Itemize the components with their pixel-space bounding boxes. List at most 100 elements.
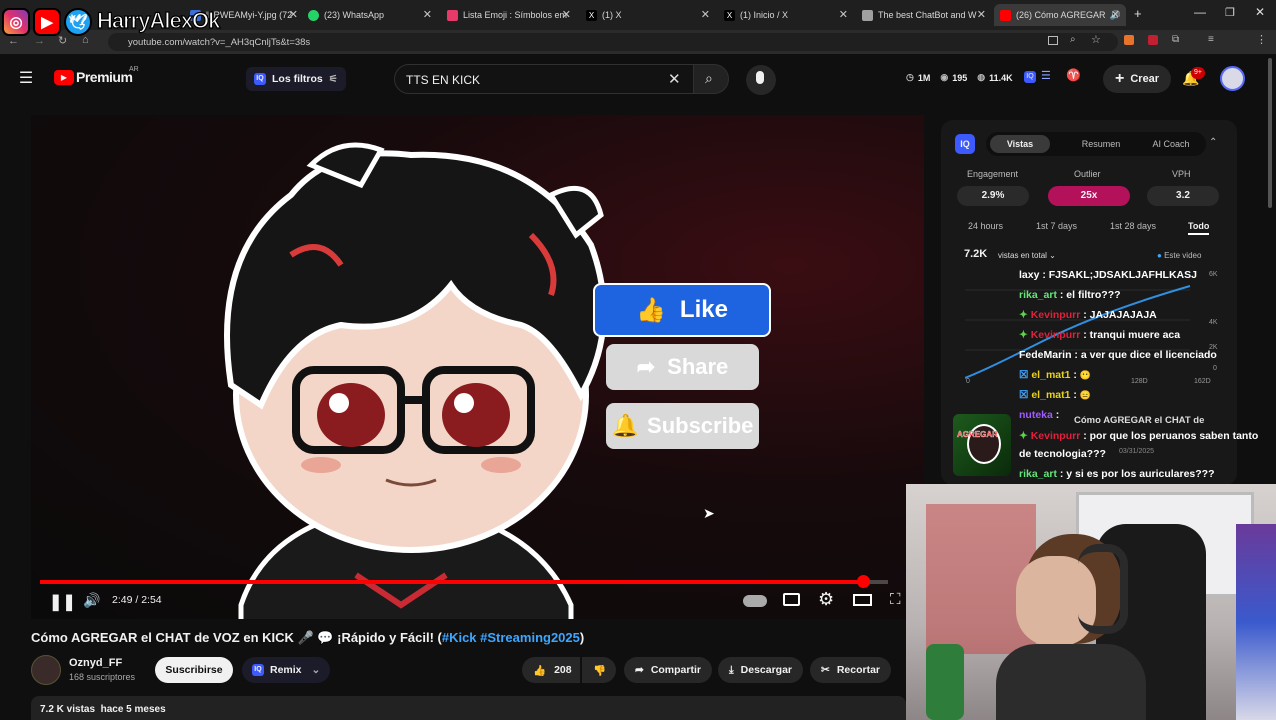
hamburger-menu-icon[interactable]: ☰ [16,68,36,88]
filters-button[interactable]: IQ Los filtros ⚟ [246,67,346,91]
close-window-icon[interactable]: ✕ [1255,5,1265,19]
browser-tab-6[interactable]: The best ChatBot and W ✕ [862,4,986,26]
progress-track[interactable] [40,580,888,584]
theater-mode-icon[interactable] [853,594,872,606]
avatar[interactable] [1220,66,1245,91]
channel-name[interactable]: Oznyd_FF [69,657,122,669]
voice-search-button[interactable] [746,65,776,95]
tab-search-icon[interactable]: ≡ [1208,34,1214,45]
like-graphic: 👍 Like [593,283,771,337]
browser-tab-2[interactable]: (23) WhatsApp ✕ [308,4,432,26]
browser-tab-5[interactable]: X (1) Inicio / X ✕ [724,4,848,26]
chat-message: nuteka : [1019,409,1060,421]
kick-badge-icon: ✦ [1019,329,1031,341]
reload-icon[interactable]: ↻ [58,34,67,47]
create-button[interactable]: + Crear [1103,65,1172,93]
share-button[interactable]: ➦ Compartir [624,657,712,683]
close-icon[interactable]: ✕ [1111,8,1120,21]
outlier-value: 25x [1048,186,1130,206]
description-box[interactable]: 7.2 K vistas hace 5 meses [31,696,906,720]
x-tick: 128D [1131,378,1148,385]
filter-sliders-icon: ⚟ [328,73,338,85]
volume-icon[interactable]: 🔊 [83,592,100,609]
dislike-button[interactable]: 👎 [582,657,616,683]
page-scrollbar[interactable] [1268,58,1272,208]
close-icon[interactable]: ✕ [289,8,298,21]
chat-message: de tecnologia??? [1019,448,1106,460]
subscribe-button[interactable]: Suscribirse [155,657,233,683]
cast-icon[interactable] [1048,36,1058,45]
metric-label: VPH [1172,169,1191,179]
restore-icon[interactable]: ❐ [1225,6,1235,19]
verified-badge-icon: ☒ [1019,369,1032,381]
clip-button[interactable]: ✂ Recortar [810,657,891,683]
minimize-icon[interactable]: — [1194,5,1206,19]
chatbot-icon [862,9,873,21]
download-button[interactable]: ⤓ Descargar [718,657,804,683]
extension-icon[interactable] [1124,35,1134,45]
video-player[interactable]: 👍 Like ➦ Share 🔔 Subscribe ➤ ❚❚ 🔊 2:49 / 2:… [31,115,924,619]
close-icon[interactable]: ✕ [839,8,848,21]
mini-video-thumbnail[interactable]: AGREGAR [953,414,1011,476]
zoom-icon[interactable]: ⌕ [1070,34,1076,45]
back-icon[interactable]: ← [8,35,19,47]
like-button[interactable]: 👍 208 [522,657,580,683]
extension-icon[interactable] [1148,35,1158,45]
browser-tab-4[interactable]: X (1) X ✕ [586,4,710,26]
bookmark-star-icon[interactable]: ☆ [1091,33,1101,46]
channel-avatar[interactable] [31,655,61,685]
tab-resumen[interactable]: Resumen [1066,135,1136,153]
remix-button[interactable]: IQ Remix ⌄ [242,657,331,683]
range-28d[interactable]: 1st 28 days [1110,221,1156,231]
close-icon[interactable]: ✕ [977,8,986,21]
fullscreen-icon[interactable]: ⛶ [890,591,901,608]
total-views-label[interactable]: vistas en total ⌄ [998,251,1056,260]
url-field[interactable]: youtube.com/watch?v=_AH3qCnljTs&t=38s [108,33,1118,51]
list-icon[interactable]: ☰ [1041,69,1051,82]
search-input[interactable]: TTS EN KICK [394,64,694,94]
metric-label: Outlier [1074,169,1101,179]
new-tab-icon[interactable]: + [1134,6,1142,21]
channel-stats: ◷ 1M ◉ 195 ◍ 11.4K [906,72,1013,83]
range-7d[interactable]: 1st 7 days [1036,221,1077,231]
chat-message: FedeMarin : a ver que dice el licenciado [1019,349,1217,361]
tab-vistas[interactable]: Vistas [990,135,1050,153]
close-icon[interactable]: ✕ [562,8,571,21]
clear-search-icon[interactable]: ✕ [668,70,681,88]
share-arrow-icon: ➦ [635,664,644,676]
chat-message: ☒ el_mat1 : 😑 [1019,389,1092,401]
autoplay-toggle[interactable] [743,595,767,607]
search-button[interactable]: ⌕ [693,64,729,94]
close-icon[interactable]: ✕ [701,8,710,21]
mini-video-title[interactable]: Cómo AGREGAR el CHAT de [1074,415,1204,426]
views-line-chart [965,285,1191,379]
range-todo[interactable]: Todo [1188,221,1210,235]
legend-este-video: ● Este video [1157,251,1202,260]
browser-tab-3[interactable]: Lista Emoji : Símbolos em ✕ [447,4,571,26]
range-24h[interactable]: 24 hours [968,221,1003,231]
extensions-puzzle-icon[interactable]: ⧉ [1172,34,1179,45]
home-icon[interactable]: ⌂ [82,34,89,46]
eye-icon: ◉ [940,72,949,82]
tab-ai-coach[interactable]: AI Coach [1136,135,1206,153]
people-icon: ◍ [977,72,986,82]
channel-subscribers: 168 suscriptores [69,672,136,682]
title-hashtags[interactable]: #Kick #Streaming2025 [442,630,580,645]
brand-premium[interactable]: Premium [76,69,133,85]
settings-gear-icon[interactable]: ⚙ [818,589,834,610]
vidiq-icon[interactable]: IQ [1024,71,1036,83]
metric-label: Engagement [967,169,1019,179]
chevron-up-icon[interactable]: ⌃ [1209,137,1217,148]
forward-icon[interactable]: → [34,35,45,47]
plus-icon: + [1115,70,1125,87]
youtube-logo-icon[interactable]: ▶ [54,70,74,85]
browser-tab-active[interactable]: (26) Cómo AGREGAR 🔊 ✕ [994,4,1126,26]
progress-scrubber[interactable] [856,575,870,588]
trophy-icon[interactable]: ♈ [1066,68,1081,82]
emoji-site-icon [447,9,458,21]
close-icon[interactable]: ✕ [423,8,432,21]
captions-icon[interactable] [783,593,800,606]
whatsapp-icon [308,9,319,21]
browser-menu-icon[interactable]: ⋮ [1256,33,1267,46]
pause-icon[interactable]: ❚❚ [49,592,76,612]
